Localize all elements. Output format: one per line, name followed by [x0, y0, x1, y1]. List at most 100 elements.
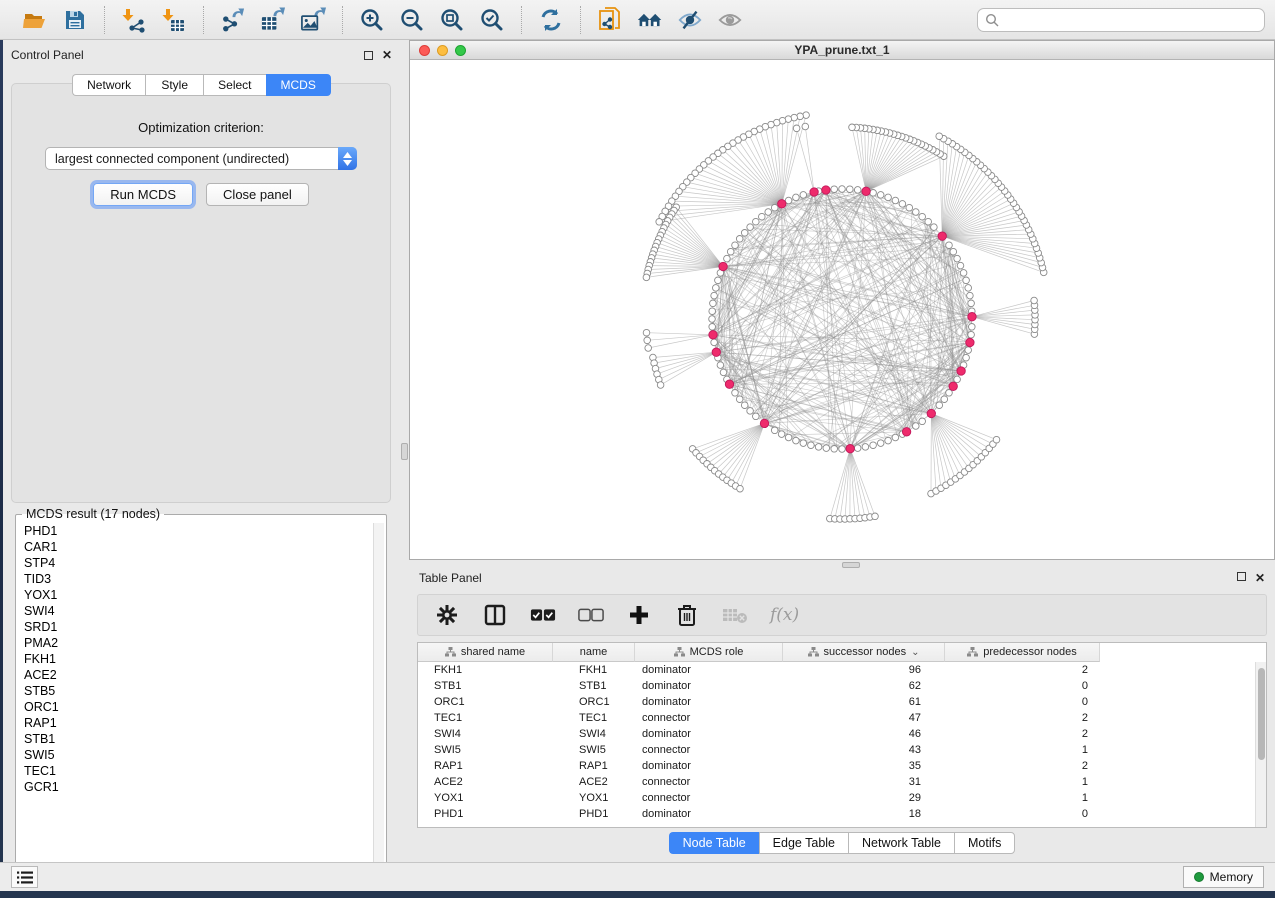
list-scrollbar[interactable] — [373, 523, 384, 876]
save-session-icon[interactable] — [62, 7, 88, 33]
mcds-result-item[interactable]: TEC1 — [18, 763, 384, 779]
mcds-result-item[interactable]: YOX1 — [18, 587, 384, 603]
table-row[interactable]: FKH1FKH1dominator962 — [418, 662, 1266, 678]
apply-layout-icon[interactable] — [538, 7, 564, 33]
tab-network-table[interactable]: Network Table — [848, 832, 954, 854]
column-header-MCDS-role[interactable]: MCDS role — [635, 643, 783, 662]
vertical-splitter[interactable] — [400, 40, 409, 862]
table-row[interactable]: ORC1ORC1dominator610 — [418, 694, 1266, 710]
app-main: Control Panel ✕ NetworkStyleSelectMCDS O… — [3, 40, 1275, 862]
add-column-icon[interactable] — [626, 602, 652, 628]
show-graphics-details-icon[interactable] — [717, 7, 743, 33]
toolbar-separator — [342, 6, 343, 34]
node-table[interactable]: shared namenameMCDS rolesuccessor nodes⌄… — [417, 642, 1267, 828]
mcds-result-item[interactable]: FKH1 — [18, 651, 384, 667]
tab-network[interactable]: Network — [72, 74, 145, 96]
mcds-result-item[interactable]: SWI4 — [18, 603, 384, 619]
search-icon — [985, 13, 999, 27]
column-header-successor-nodes[interactable]: successor nodes⌄ — [783, 643, 945, 662]
mcds-result-item[interactable]: STP4 — [18, 555, 384, 571]
mcds-result-item[interactable]: CAR1 — [18, 539, 384, 555]
mcds-tab-content: Optimization criterion: largest connecte… — [11, 83, 391, 503]
export-network-icon[interactable] — [220, 7, 246, 33]
hide-graphics-details-icon[interactable] — [677, 7, 703, 33]
network-window-title: YPA_prune.txt_1 — [410, 43, 1274, 57]
mcds-result-item[interactable]: ACE2 — [18, 667, 384, 683]
table-settings-gear-icon[interactable] — [434, 602, 460, 628]
tab-select[interactable]: Select — [203, 74, 265, 96]
search-field[interactable] — [977, 8, 1265, 32]
list-icon — [17, 871, 33, 884]
node-table-body: FKH1FKH1dominator962STB1STB1dominator620… — [418, 662, 1266, 822]
zoom-fit-icon[interactable] — [439, 7, 465, 33]
zoom-in-icon[interactable] — [359, 7, 385, 33]
delete-table-icon — [722, 602, 748, 628]
column-header-name[interactable]: name — [553, 643, 635, 662]
task-history-button[interactable] — [11, 866, 38, 888]
table-row[interactable]: RAP1RAP1dominator352 — [418, 758, 1266, 774]
column-header-predecessor-nodes[interactable]: predecessor nodes — [945, 643, 1100, 662]
mcds-result-item[interactable]: PHD1 — [18, 523, 384, 539]
close-panel-button[interactable]: Close panel — [206, 183, 309, 206]
tab-style[interactable]: Style — [145, 74, 203, 96]
memory-label: Memory — [1210, 870, 1253, 884]
select-all-rows-icon[interactable] — [530, 602, 556, 628]
mcds-result-item[interactable]: RAP1 — [18, 715, 384, 731]
zoom-out-icon[interactable] — [399, 7, 425, 33]
table-row[interactable]: STB1STB1dominator620 — [418, 678, 1266, 694]
home-networks-icon[interactable] — [637, 7, 663, 33]
show-columns-icon[interactable] — [482, 602, 508, 628]
tab-mcds[interactable]: MCDS — [266, 74, 331, 96]
control-panel: Control Panel ✕ NetworkStyleSelectMCDS O… — [3, 44, 400, 862]
deselect-all-rows-icon[interactable] — [578, 602, 604, 628]
horizontal-splitter-handle[interactable] — [842, 562, 860, 568]
tab-node-table[interactable]: Node Table — [669, 832, 759, 854]
export-image-icon[interactable] — [300, 7, 326, 33]
delete-column-icon[interactable] — [674, 602, 700, 628]
mcds-result-item[interactable]: SRD1 — [18, 619, 384, 635]
import-network-icon[interactable] — [121, 7, 147, 33]
close-table-panel-icon[interactable]: ✕ — [1255, 572, 1265, 584]
mcds-result-item[interactable]: STB1 — [18, 731, 384, 747]
float-table-panel-icon[interactable] — [1237, 572, 1246, 581]
mcds-result-list[interactable]: PHD1CAR1STP4TID3YOX1SWI4SRD1PMA2FKH1ACE2… — [18, 523, 384, 876]
mcds-result-item[interactable]: PMA2 — [18, 635, 384, 651]
column-header-shared-name[interactable]: shared name — [418, 643, 553, 662]
table-panel-header: Table Panel ✕ — [409, 566, 1275, 590]
table-row[interactable]: ACE2ACE2connector311 — [418, 774, 1266, 790]
mcds-result-item[interactable]: GCR1 — [18, 779, 384, 795]
mcds-result-item[interactable]: TID3 — [18, 571, 384, 587]
criterion-select[interactable]: largest connected component (undirected) — [45, 147, 357, 170]
table-scrollbar-thumb[interactable] — [1258, 668, 1265, 760]
node-table-header: shared namenameMCDS rolesuccessor nodes⌄… — [418, 643, 1266, 662]
float-panel-icon[interactable] — [364, 51, 373, 60]
mcds-result-item[interactable]: ORC1 — [18, 699, 384, 715]
zoom-selected-icon[interactable] — [479, 7, 505, 33]
network-canvas[interactable] — [410, 60, 1274, 558]
export-network-file-icon[interactable] — [597, 7, 623, 33]
table-scrollbar[interactable] — [1255, 662, 1266, 827]
import-table-icon[interactable] — [161, 7, 187, 33]
open-session-icon[interactable] — [22, 7, 48, 33]
table-row[interactable]: TEC1TEC1connector472 — [418, 710, 1266, 726]
table-row[interactable]: SWI4SWI4dominator462 — [418, 726, 1266, 742]
run-mcds-button[interactable]: Run MCDS — [93, 183, 193, 206]
mcds-result-item[interactable]: STB5 — [18, 683, 384, 699]
export-table-icon[interactable] — [260, 7, 286, 33]
table-row[interactable]: PHD1PHD1dominator180 — [418, 806, 1266, 822]
close-panel-icon[interactable]: ✕ — [382, 49, 392, 61]
mcds-result-item[interactable]: SWI5 — [18, 747, 384, 763]
table-row[interactable]: SWI5SWI5connector431 — [418, 742, 1266, 758]
splitter-handle[interactable] — [401, 443, 408, 460]
select-stepper-icon — [338, 147, 357, 170]
memory-button[interactable]: Memory — [1183, 866, 1264, 888]
network-window-titlebar[interactable]: YPA_prune.txt_1 — [410, 41, 1274, 60]
tab-edge-table[interactable]: Edge Table — [759, 832, 848, 854]
tab-motifs[interactable]: Motifs — [954, 832, 1015, 854]
control-panel-title: Control Panel — [11, 48, 84, 62]
search-input[interactable] — [1004, 13, 1257, 27]
optimization-criterion-label: Optimization criterion: — [12, 120, 390, 135]
table-row[interactable]: YOX1YOX1connector291 — [418, 790, 1266, 806]
toolbar-separator — [104, 6, 105, 34]
table-panel-title: Table Panel — [419, 571, 482, 585]
